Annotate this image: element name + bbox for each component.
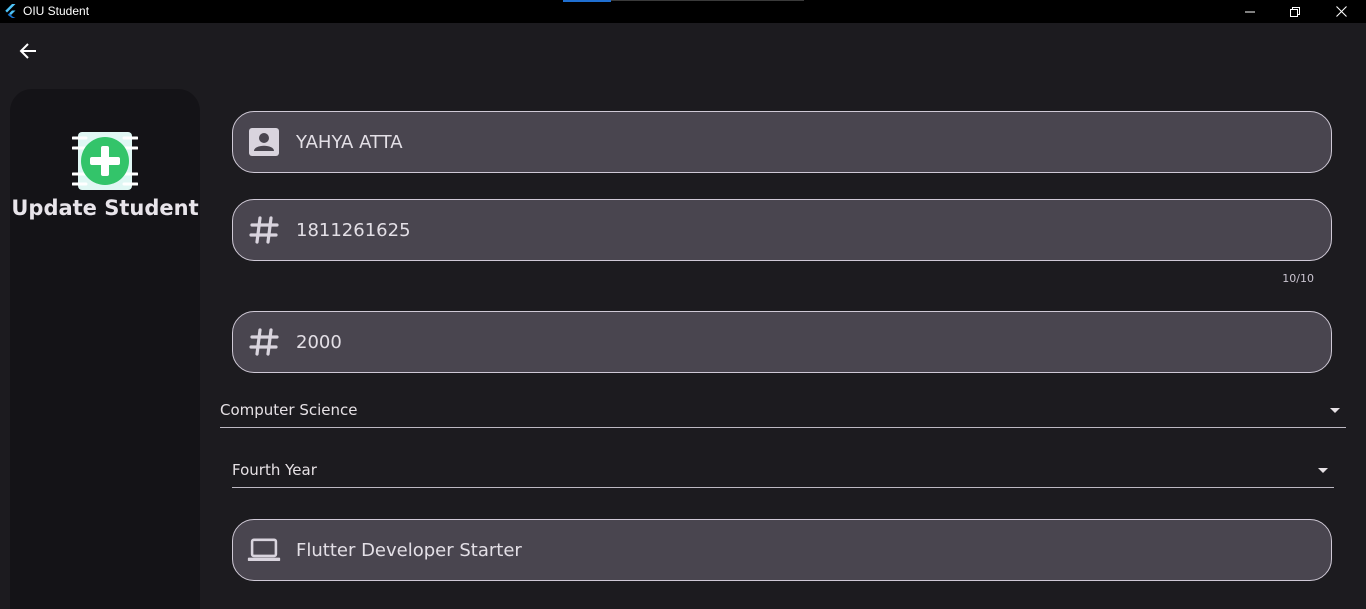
- close-icon: [1335, 6, 1347, 17]
- laptop-icon: [247, 534, 281, 566]
- restore-icon: [1290, 6, 1300, 17]
- back-button[interactable]: [12, 35, 44, 67]
- job-value: Flutter Developer Starter: [296, 540, 522, 561]
- hash-icon: [247, 214, 281, 246]
- add-student-icon: [72, 132, 138, 190]
- name-field[interactable]: YAHYA ATTA: [232, 111, 1332, 173]
- job-field[interactable]: Flutter Developer Starter: [232, 519, 1332, 581]
- level-value: Fourth Year: [232, 461, 317, 479]
- restore-button[interactable]: [1272, 0, 1318, 23]
- window-title: OIU Student: [23, 4, 90, 18]
- page-title: Update Student: [11, 196, 199, 220]
- year-value: 2000: [296, 332, 342, 353]
- chevron-down-icon: [1318, 468, 1328, 473]
- titlebar-accent: [563, 0, 611, 2]
- close-button[interactable]: [1318, 0, 1364, 23]
- department-value: Computer Science: [220, 401, 358, 419]
- student-id-field[interactable]: 1811261625: [232, 199, 1332, 261]
- character-counter: 10/10: [1282, 272, 1314, 285]
- hash-icon: [247, 326, 281, 358]
- chevron-down-icon: [1330, 408, 1340, 413]
- department-dropdown[interactable]: Computer Science: [220, 397, 1346, 428]
- person-card-icon: [247, 126, 281, 158]
- name-value: YAHYA ATTA: [296, 132, 403, 153]
- student-id-value: 1811261625: [296, 220, 411, 241]
- minimize-button[interactable]: [1227, 0, 1273, 23]
- level-dropdown[interactable]: Fourth Year: [232, 457, 1334, 488]
- minimize-icon: [1245, 11, 1255, 12]
- window-titlebar: OIU Student: [0, 0, 1366, 23]
- arrow-back-icon: [19, 43, 36, 59]
- titlebar-divider: [611, 0, 804, 1]
- flutter-logo-icon: [5, 4, 16, 18]
- year-field[interactable]: 2000: [232, 311, 1332, 373]
